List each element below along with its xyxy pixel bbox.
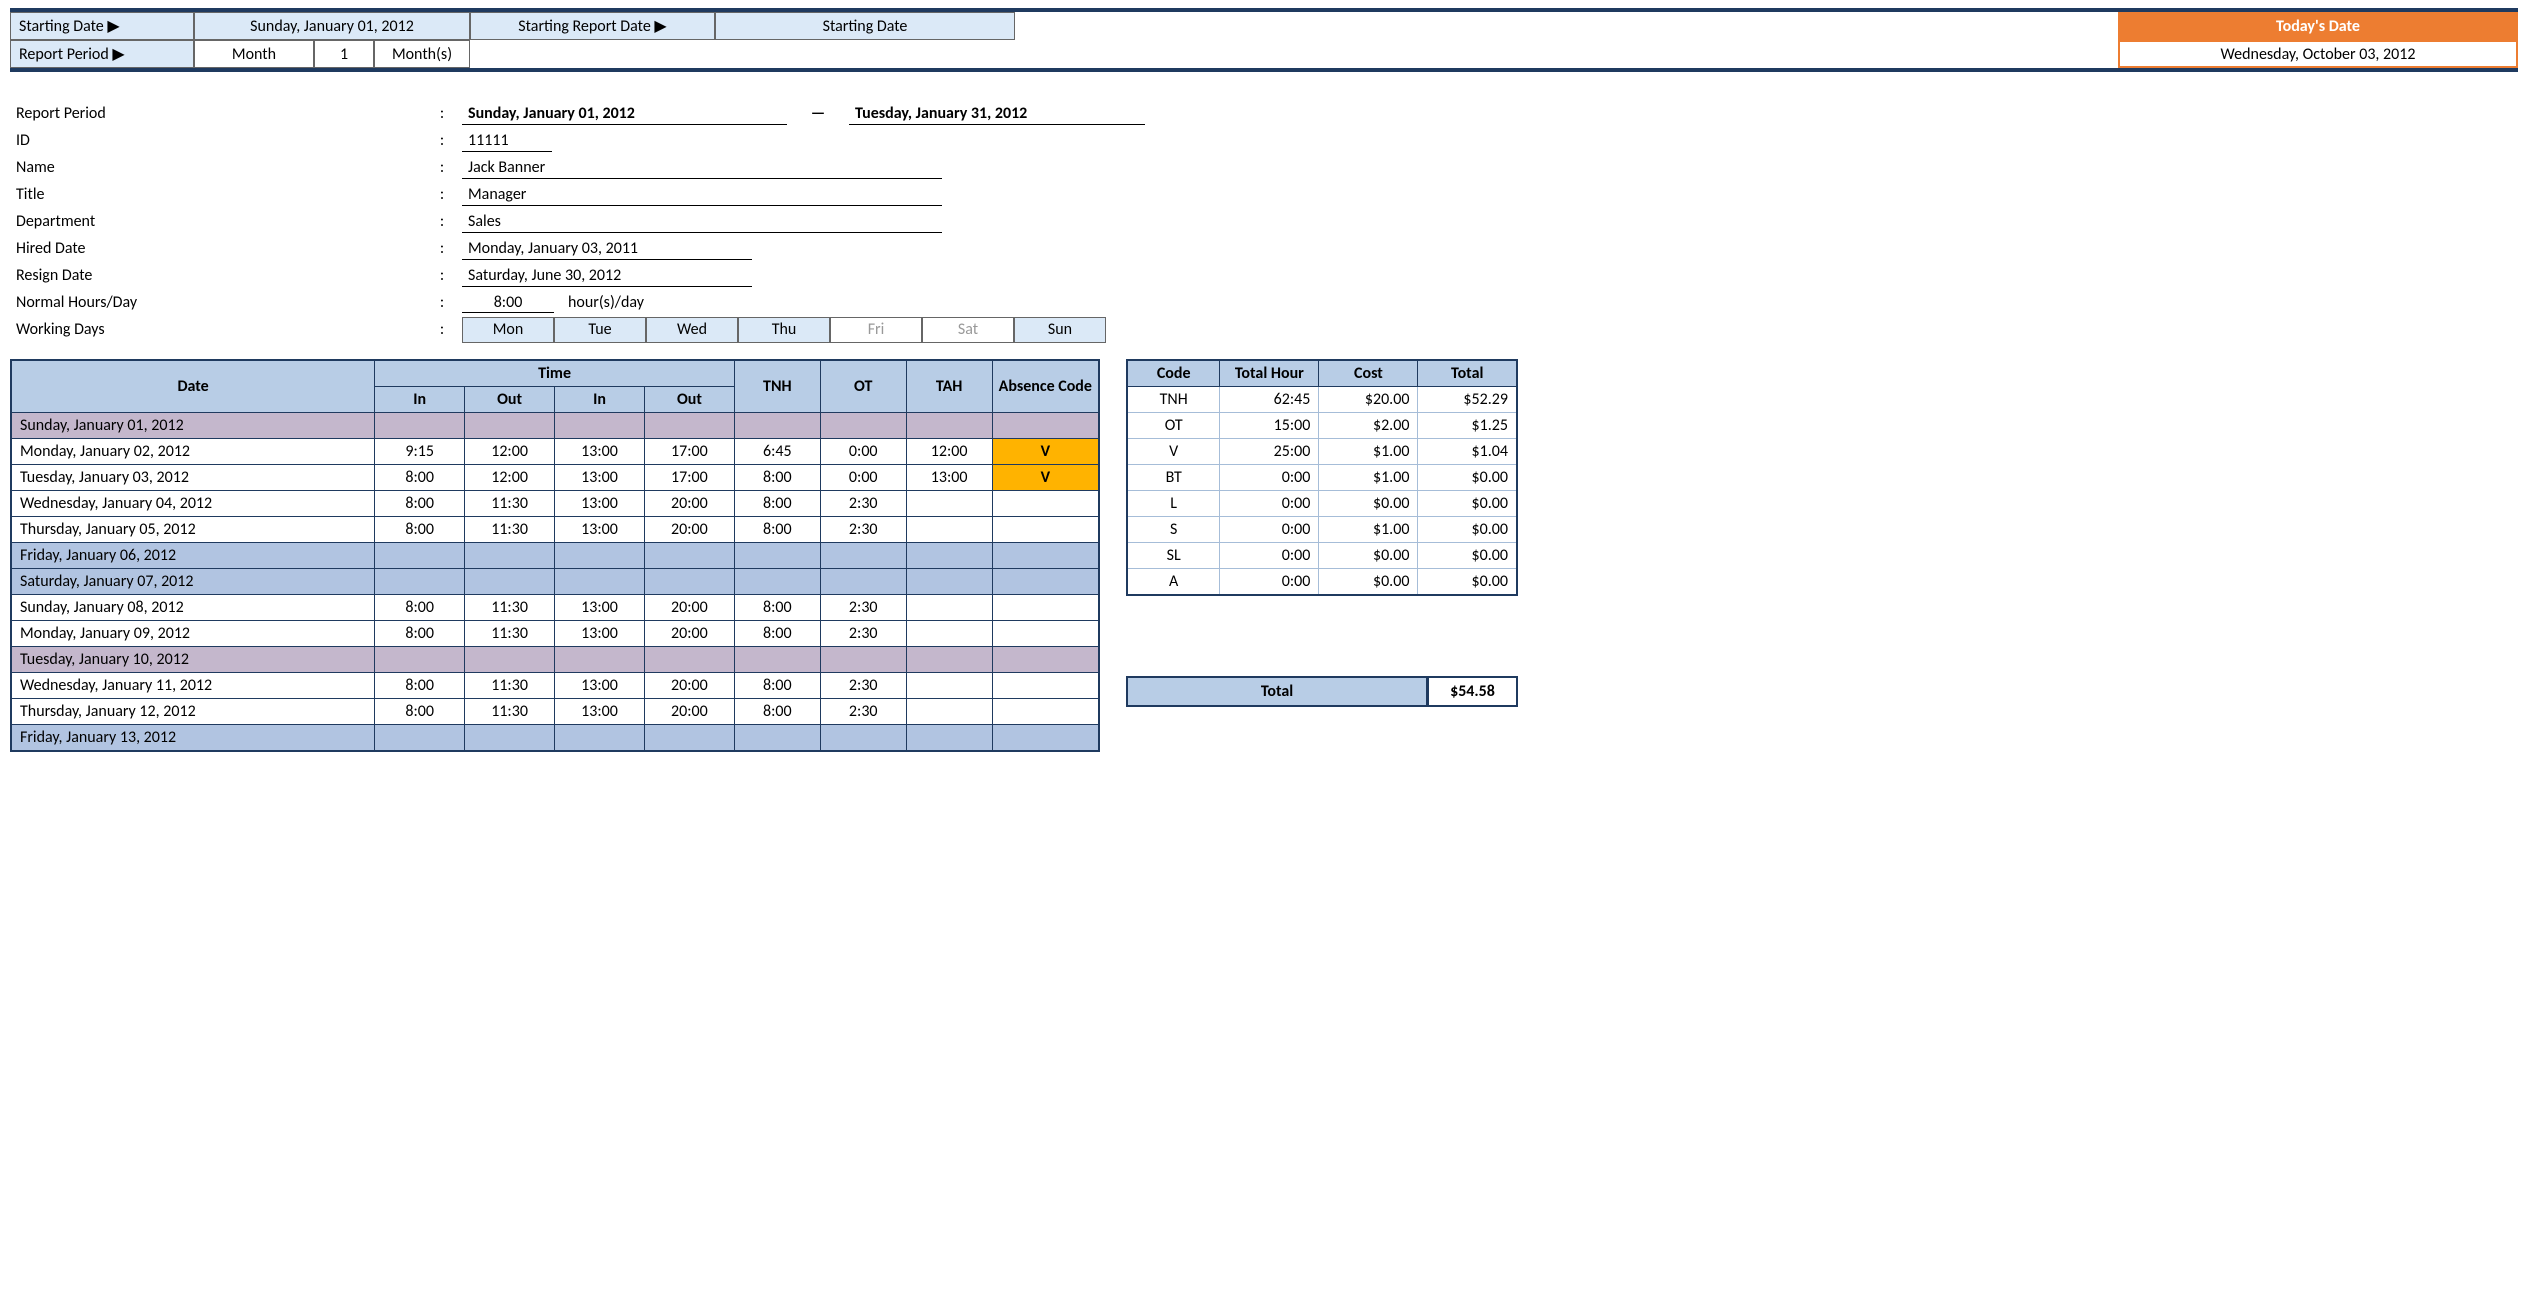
summary-row: BT0:00$1.00$0.00: [1127, 465, 1517, 491]
starting-date-label: Starting Date ▶: [10, 12, 194, 40]
absence-code-cell[interactable]: [992, 699, 1099, 725]
working-days: MonTueWedThuFriSatSun: [462, 317, 1106, 343]
report-period-unit: Month(s): [374, 40, 470, 68]
info-hours-val: 8:00: [462, 293, 554, 313]
info-title: Manager: [462, 184, 942, 206]
info-resign-label: Resign Date: [10, 266, 422, 285]
col-in1: In: [375, 387, 465, 413]
info-name: Jack Banner: [462, 157, 942, 179]
col-time: Time: [375, 360, 735, 387]
info-title-label: Title: [10, 185, 422, 204]
summary-row: SL0:00$0.00$0.00: [1127, 543, 1517, 569]
absence-code-cell[interactable]: [992, 569, 1099, 595]
summary-row: A0:00$0.00$0.00: [1127, 569, 1517, 596]
col-in2: In: [555, 387, 645, 413]
absence-code-cell[interactable]: V: [992, 465, 1099, 491]
table-row: Wednesday, January 04, 20128:0011:3013:0…: [11, 491, 1099, 517]
info-resign: Saturday, June 30, 2012: [462, 265, 752, 287]
table-row: Sunday, January 01, 2012: [11, 413, 1099, 439]
timesheet-table: Date Time TNH OT TAH Absence Code In Out…: [10, 359, 1100, 752]
absence-code-cell[interactable]: [992, 413, 1099, 439]
table-row: Thursday, January 05, 20128:0011:3013:00…: [11, 517, 1099, 543]
summary-row: OT15:00$2.00$1.25: [1127, 413, 1517, 439]
starting-report-date-value[interactable]: Starting Date: [715, 12, 1015, 40]
day-fri[interactable]: Fri: [830, 317, 922, 343]
absence-code-cell[interactable]: [992, 491, 1099, 517]
table-row: Friday, January 13, 2012: [11, 725, 1099, 752]
table-row: Tuesday, January 03, 20128:0012:0013:001…: [11, 465, 1099, 491]
summary-table: Code Total Hour Cost Total TNH62:45$20.0…: [1126, 359, 1518, 596]
col-tah: TAH: [906, 360, 992, 413]
report-period-label: Report Period ▶: [10, 40, 194, 68]
info-dept-label: Department: [10, 212, 422, 231]
table-row: Thursday, January 12, 20128:0011:3013:00…: [11, 699, 1099, 725]
table-row: Sunday, January 08, 20128:0011:3013:0020…: [11, 595, 1099, 621]
summary-row: TNH62:45$20.00$52.29: [1127, 387, 1517, 413]
info-id-label: ID: [10, 131, 422, 150]
absence-code-cell[interactable]: [992, 725, 1099, 752]
summary-row: V25:00$1.00$1.04: [1127, 439, 1517, 465]
day-sat[interactable]: Sat: [922, 317, 1014, 343]
day-sun[interactable]: Sun: [1014, 317, 1106, 343]
absence-code-cell[interactable]: [992, 595, 1099, 621]
col-abs: Absence Code: [992, 360, 1099, 413]
info-working-days-label: Working Days: [10, 320, 422, 339]
info-hired: Monday, January 03, 2011: [462, 238, 752, 260]
table-row: Friday, January 06, 2012: [11, 543, 1099, 569]
absence-code-cell[interactable]: [992, 543, 1099, 569]
sum-col-cost: Cost: [1319, 360, 1418, 387]
absence-code-cell[interactable]: [992, 673, 1099, 699]
starting-report-date-label: Starting Report Date ▶: [470, 12, 715, 40]
period-to: Tuesday, January 31, 2012: [849, 103, 1145, 125]
day-tue[interactable]: Tue: [554, 317, 646, 343]
starting-date-value[interactable]: Sunday, January 01, 2012: [194, 12, 470, 40]
absence-code-cell[interactable]: [992, 647, 1099, 673]
col-ot: OT: [820, 360, 906, 413]
info-dept: Sales: [462, 211, 942, 233]
col-date: Date: [11, 360, 375, 413]
info-report-period-label: Report Period: [10, 104, 422, 123]
day-wed[interactable]: Wed: [646, 317, 738, 343]
table-row: Tuesday, January 10, 2012: [11, 647, 1099, 673]
col-out2: Out: [644, 387, 734, 413]
table-row: Saturday, January 07, 2012: [11, 569, 1099, 595]
absence-code-cell[interactable]: V: [992, 439, 1099, 465]
absence-code-cell[interactable]: [992, 621, 1099, 647]
sum-col-code: Code: [1127, 360, 1220, 387]
table-row: Wednesday, January 11, 20128:0011:3013:0…: [11, 673, 1099, 699]
period-from: Sunday, January 01, 2012: [462, 103, 787, 125]
info-hired-label: Hired Date: [10, 239, 422, 258]
info-id: 11111: [462, 130, 552, 152]
table-row: Monday, January 02, 20129:1512:0013:0017…: [11, 439, 1099, 465]
summary-row: L0:00$0.00$0.00: [1127, 491, 1517, 517]
todays-date-value: Wednesday, October 03, 2012: [2118, 40, 2518, 68]
day-mon[interactable]: Mon: [462, 317, 554, 343]
summary-row: S0:00$1.00$0.00: [1127, 517, 1517, 543]
grand-total-value: $54.58: [1428, 676, 1518, 707]
report-period-type[interactable]: Month: [194, 40, 314, 68]
todays-date-header: Today's Date: [2118, 12, 2518, 40]
absence-code-cell[interactable]: [992, 517, 1099, 543]
report-period-num[interactable]: 1: [314, 40, 374, 68]
table-row: Monday, January 09, 20128:0011:3013:0020…: [11, 621, 1099, 647]
day-thu[interactable]: Thu: [738, 317, 830, 343]
info-name-label: Name: [10, 158, 422, 177]
sum-col-th: Total Hour: [1220, 360, 1319, 387]
info-hours-label: Normal Hours/Day: [10, 293, 422, 312]
grand-total-label: Total: [1126, 676, 1428, 707]
col-out1: Out: [465, 387, 555, 413]
col-tnh: TNH: [734, 360, 820, 413]
info-hours-unit: hour(s)/day: [554, 293, 644, 312]
period-dash: —: [791, 104, 845, 123]
sum-col-total: Total: [1418, 360, 1517, 387]
